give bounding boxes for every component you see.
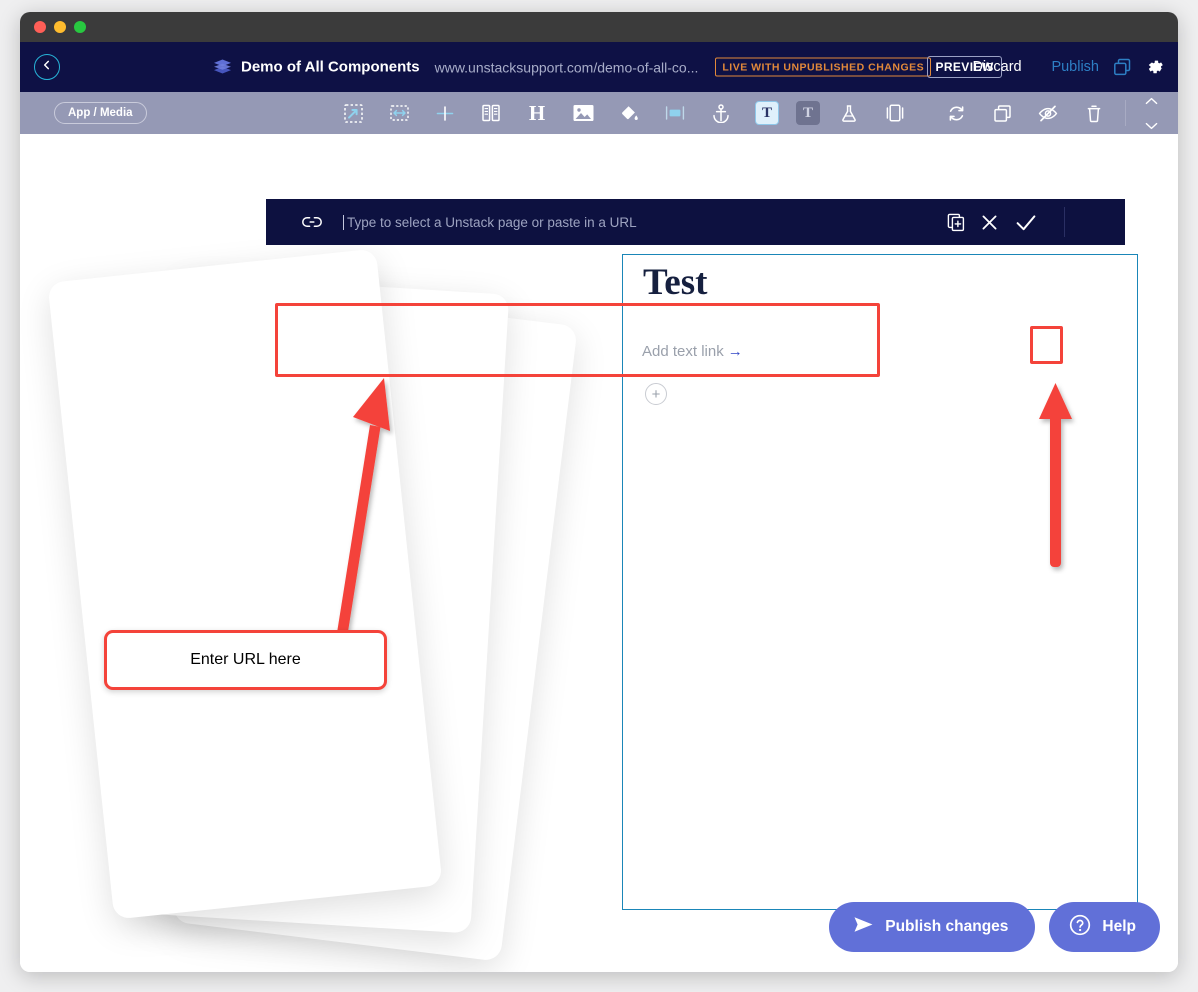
back-button[interactable] [34,54,60,80]
site-identity: Demo of All Components www.unstacksuppor… [213,57,932,77]
help-label: Help [1102,918,1136,935]
status-badge: LIVE WITH UNPUBLISHED CHANGES [715,57,932,77]
maximize-window-button[interactable] [74,21,86,33]
move-block-controls[interactable] [1134,92,1168,135]
preview-discard-group: PREVIEW Discard [927,56,1037,78]
gear-icon[interactable] [1146,58,1164,76]
text-muted-icon[interactable]: T [790,92,826,134]
duplicate-pages-icon[interactable] [1113,58,1132,77]
arrow-right-icon: → [727,343,743,360]
chevron-up-icon[interactable] [1145,92,1158,110]
text-active-icon[interactable]: T [744,92,790,134]
annotation-callout: Enter URL here [104,630,387,690]
app-media-tab[interactable]: App / Media [54,102,147,124]
anchor-icon[interactable] [698,92,744,134]
paper-plane-icon [853,916,874,938]
toolbar-divider [1125,100,1126,126]
block-actions [933,92,1168,135]
publish-changes-label: Publish changes [885,918,1009,935]
add-text-link-button[interactable]: Add text link → [642,343,743,360]
editor-canvas[interactable]: Test Add text link → + Type to select a … [20,134,1178,972]
header-actions: PREVIEW Discard Publish [927,56,1164,78]
image-icon[interactable] [560,92,606,134]
publish-button[interactable]: Publish [1051,59,1099,75]
publish-changes-button[interactable]: Publish changes [829,902,1036,952]
app-window: Demo of All Components www.unstacksuppor… [20,12,1178,972]
columns-icon[interactable] [468,92,514,134]
open-in-new-window-icon[interactable] [947,213,966,232]
heading-icon[interactable]: H [514,92,560,134]
app-header: Demo of All Components www.unstacksuppor… [20,42,1178,92]
minimize-window-button[interactable] [54,21,66,33]
question-circle-icon [1069,914,1091,941]
site-url[interactable]: www.unstacksupport.com/demo-of-all-co... [435,59,699,75]
button-icon[interactable] [652,92,698,134]
flask-icon[interactable] [826,92,872,134]
dialog-divider [1064,207,1065,237]
page-title: Demo of All Components [241,58,420,76]
paint-bucket-icon[interactable] [606,92,652,134]
link-icon [302,216,322,228]
annotation-callout-label: Enter URL here [190,651,301,668]
close-window-button[interactable] [34,21,46,33]
text-active-chip: T [755,101,779,125]
refresh-icon[interactable] [933,92,979,134]
plus-circle-icon[interactable]: + [645,383,667,405]
close-x-icon[interactable] [980,213,999,232]
placeholder-card-front [47,248,443,920]
chevron-down-icon[interactable] [1145,117,1158,135]
text-muted-chip: T [796,101,820,125]
url-dialog-actions [947,207,1125,237]
hide-eye-icon[interactable] [1025,92,1071,134]
add-text-link-label: Add text link [642,343,724,360]
carousel-icon[interactable] [872,92,918,134]
footer-actions: Publish changes Help [829,902,1160,952]
layers-stack-icon [213,59,232,76]
url-link-dialog [266,199,1125,245]
horizontal-spacer-icon[interactable] [376,92,422,134]
selected-block[interactable]: Test Add text link → + [622,254,1138,910]
duplicate-icon[interactable] [979,92,1025,134]
help-button[interactable]: Help [1049,902,1160,952]
divider-icon[interactable] [422,92,468,134]
block-heading[interactable]: Test [643,261,707,304]
trash-icon[interactable] [1071,92,1117,134]
checkmark-icon[interactable] [1013,213,1038,232]
discard-button[interactable]: Discard [972,59,1021,75]
url-input[interactable] [343,214,947,230]
window-titlebar [20,12,1178,42]
section-expand-icon[interactable] [330,92,376,134]
chevron-left-icon [41,58,53,76]
component-toolbar: App / Media H T T [20,92,1178,134]
insert-tools: H T T [330,92,918,134]
